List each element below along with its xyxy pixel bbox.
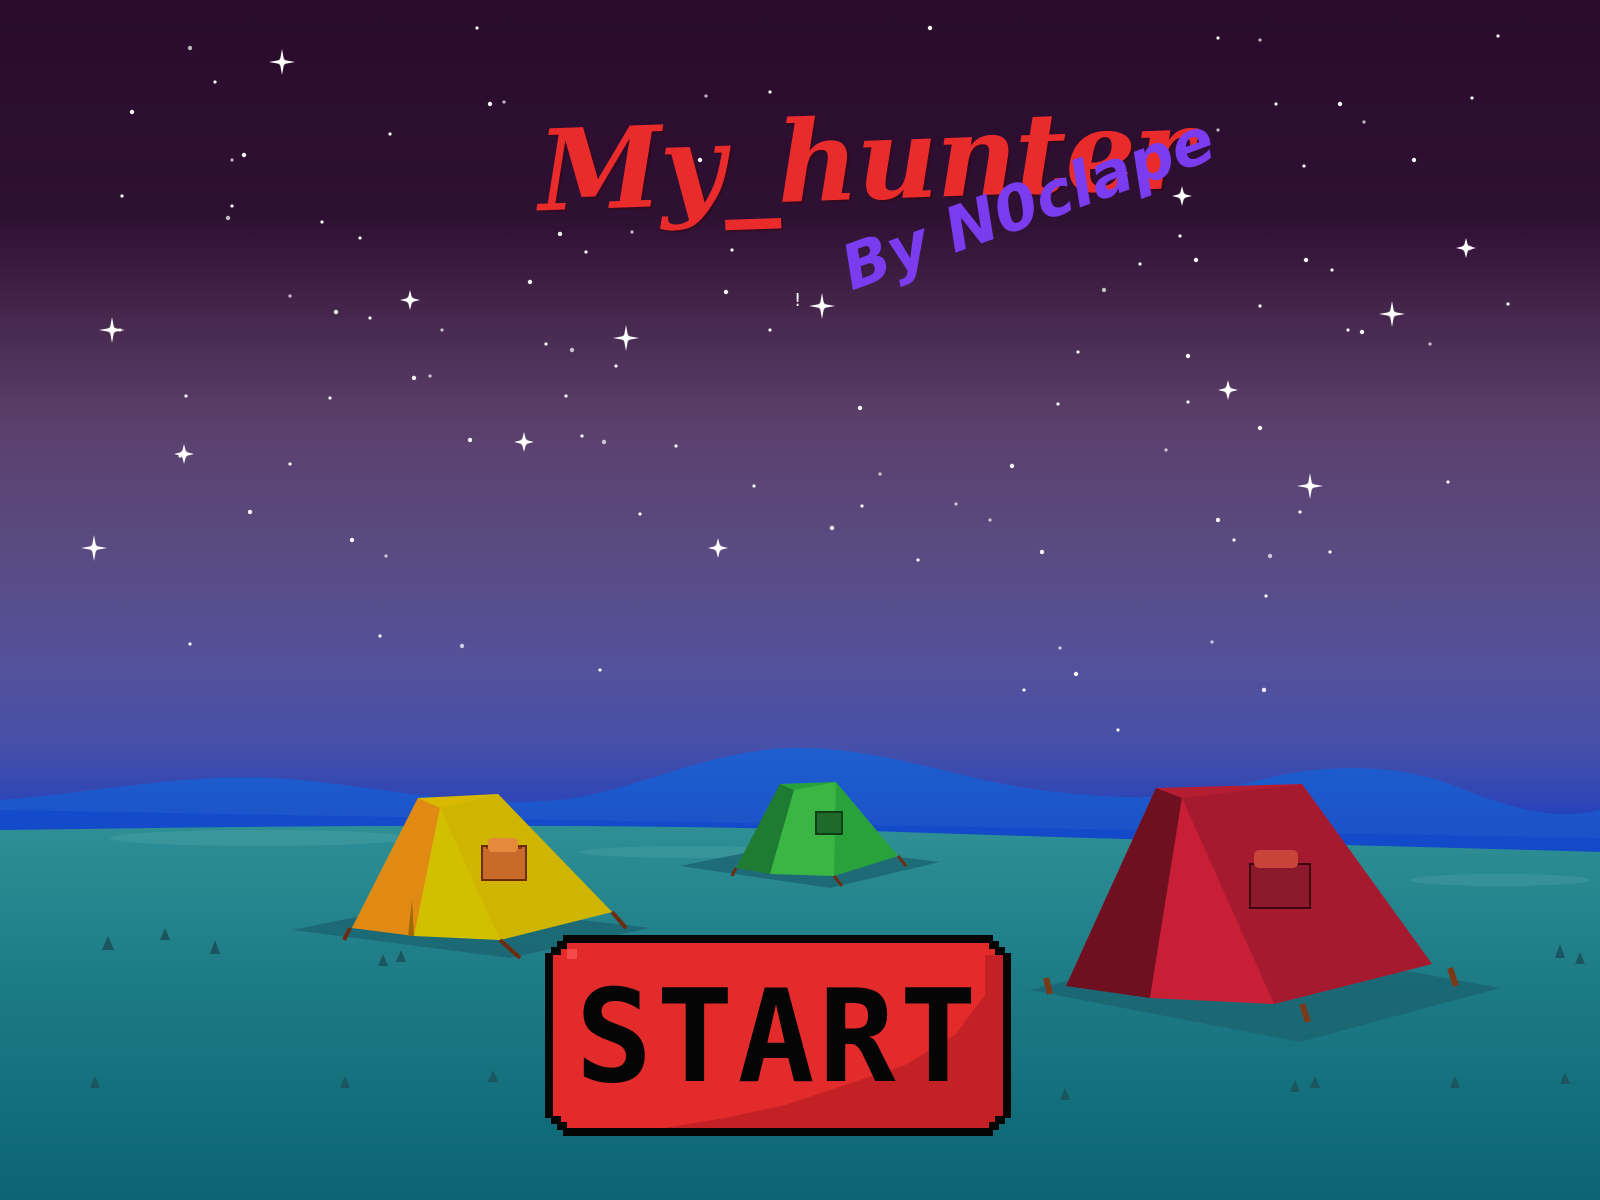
game-scene[interactable]: My_hunter By N0clape ! START	[0, 0, 1600, 1200]
start-button-label: START	[575, 963, 981, 1112]
small-mark: !	[794, 290, 802, 311]
start-button[interactable]: START	[545, 935, 1011, 1136]
